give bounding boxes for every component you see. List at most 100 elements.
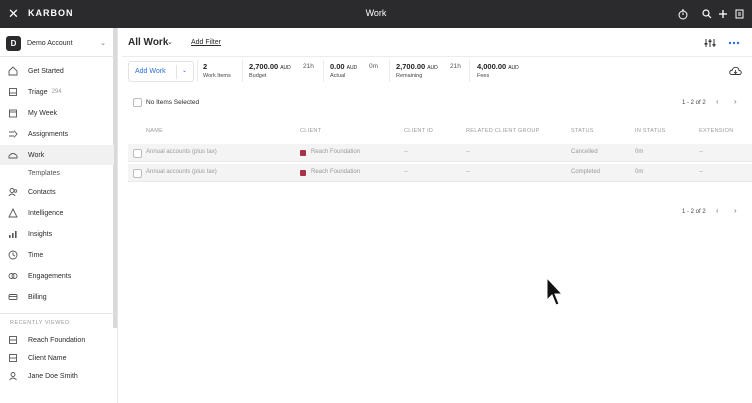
organization-icon: [8, 335, 18, 345]
extension: --: [699, 169, 703, 175]
work-name[interactable]: Annual accounts (plus tax): [146, 169, 217, 175]
rocket-icon: [8, 66, 18, 76]
sidebar-item-engagements[interactable]: Engagements: [0, 266, 114, 286]
sidebar-item-intelligence[interactable]: Intelligence: [0, 203, 114, 223]
window-title: Work: [365, 8, 387, 18]
sidebar-item-get-started[interactable]: Get Started: [0, 61, 114, 81]
client-id: --: [404, 149, 408, 155]
work-items-value: 2: [203, 62, 208, 71]
column-header-client[interactable]: CLIENT: [300, 128, 321, 134]
fees-stat: 4,000.00 AUD Fees: [477, 62, 519, 79]
chevron-down-icon[interactable]: ⌄: [167, 38, 173, 46]
in-status: 0m: [635, 169, 644, 175]
divider: [323, 60, 324, 82]
select-all-checkbox[interactable]: [133, 98, 142, 107]
sidebar-item-label: Triage: [28, 88, 48, 96]
mouse-cursor-icon: [546, 277, 564, 306]
sidebar-item-triage[interactable]: Triage 294: [0, 82, 114, 102]
sidebar-item-label: Time: [28, 251, 44, 259]
account-switcher[interactable]: D Demo Account ⌄: [6, 34, 106, 52]
selection-status: No Items Selected: [146, 99, 200, 106]
chevron-left-icon[interactable]: ‹: [716, 206, 719, 215]
remaining-value: 2,700.00: [396, 62, 426, 71]
column-header-client-id[interactable]: CLIENT ID: [404, 128, 433, 134]
budget-label: Budget: [249, 73, 267, 79]
sidebar-item-work[interactable]: Work: [0, 145, 114, 165]
search-icon[interactable]: [700, 6, 714, 22]
account-name: Demo Account: [27, 39, 73, 47]
table-row[interactable]: Annual accounts (plus tax) Reach Foundat…: [128, 164, 752, 182]
recent-item-reach-foundation[interactable]: Reach Foundation: [0, 330, 114, 350]
clock-icon: [8, 250, 18, 260]
cloud-sync-icon[interactable]: [728, 65, 742, 77]
sidebar-item-label: Engagements: [28, 272, 72, 280]
pagination-label: 1 - 2 of 2: [682, 209, 706, 215]
chevron-right-icon[interactable]: ›: [734, 97, 737, 106]
sidebar-item-label: Templates: [28, 169, 60, 177]
sidebar-item-templates[interactable]: Templates: [0, 163, 114, 183]
in-status: 0m: [635, 149, 644, 155]
column-header-name[interactable]: NAME: [146, 128, 163, 134]
sidebar-item-label: Assignments: [28, 130, 69, 138]
recent-item-client-name[interactable]: Client Name: [0, 348, 114, 368]
notes-icon[interactable]: [732, 6, 746, 22]
fees-label: Fees: [477, 73, 490, 79]
remaining-stat: 2,700.00 AUD Remaining: [396, 62, 438, 79]
sidebar-item-label: Get Started: [28, 67, 64, 75]
insights-icon: [8, 229, 18, 239]
timer-icon[interactable]: [676, 6, 690, 22]
row-checkbox[interactable]: [133, 149, 142, 158]
sidebar-item-label: Intelligence: [28, 209, 64, 217]
extension: --: [699, 149, 703, 155]
sidebar-item-my-week[interactable]: My Week: [0, 103, 114, 123]
pagination-label: 1 - 2 of 2: [682, 100, 706, 106]
related-client-group: --: [466, 149, 470, 155]
client-avatar: [300, 170, 306, 176]
column-header-extension[interactable]: EXTENSION: [699, 128, 733, 134]
add-filter-link[interactable]: Add Filter: [191, 39, 221, 46]
divider: [389, 60, 390, 82]
more-options-icon[interactable]: [727, 37, 741, 49]
page-title[interactable]: All Work: [128, 37, 168, 48]
contacts-icon: [8, 187, 18, 197]
work-name[interactable]: Annual accounts (plus tax): [146, 149, 217, 155]
add-work-button[interactable]: Add Work ⌄: [128, 61, 194, 82]
assignments-icon: [8, 129, 18, 139]
sidebar-item-time[interactable]: Time: [0, 245, 114, 265]
sidebar-item-assignments[interactable]: Assignments: [0, 124, 114, 144]
chevron-down-icon[interactable]: ⌄: [182, 67, 187, 74]
billing-icon: [8, 292, 18, 302]
plus-icon[interactable]: [716, 6, 730, 22]
divider: [176, 65, 177, 79]
inbox-icon: [8, 87, 18, 97]
client-name[interactable]: Reach Foundation: [311, 149, 360, 155]
sidebar-item-billing[interactable]: Billing: [0, 287, 114, 307]
column-header-in-status[interactable]: IN STATUS: [635, 128, 666, 134]
chevron-left-icon[interactable]: ‹: [716, 97, 719, 106]
client-avatar: [300, 150, 306, 156]
actual-stat: 0.00 AUD Actual: [330, 62, 357, 79]
sidebar-item-contacts[interactable]: Contacts: [0, 182, 114, 202]
budget-stat: 2,700.00 AUD Budget: [249, 62, 291, 79]
intelligence-icon: [8, 208, 18, 218]
divider: [197, 60, 198, 82]
chevron-right-icon[interactable]: ›: [734, 206, 737, 215]
recent-item-jane-doe-smith[interactable]: Jane Doe Smith: [0, 366, 114, 386]
sidebar-item-insights[interactable]: Insights: [0, 224, 114, 244]
recently-viewed-heading: RECENTLY VIEWED: [10, 320, 70, 326]
sidebar-item-label: Insights: [28, 230, 53, 238]
sidebar-item-label: Contacts: [28, 188, 56, 196]
work-icon: [8, 150, 18, 160]
table-row[interactable]: Annual accounts (plus tax) Reach Foundat…: [128, 144, 752, 162]
column-header-related-client-group[interactable]: RELATED CLIENT GROUP: [466, 128, 540, 134]
budget-value: 2,700.00: [249, 62, 279, 71]
client-name[interactable]: Reach Foundation: [311, 169, 360, 175]
column-settings-icon[interactable]: [703, 37, 717, 49]
divider: [0, 56, 114, 57]
actual-time: 0m: [369, 63, 379, 70]
work-items-stat: 2 Work Items: [203, 62, 231, 79]
fees-value: 4,000.00: [477, 62, 507, 71]
status: Cancelled: [571, 149, 598, 155]
column-header-status[interactable]: STATUS: [571, 128, 594, 134]
row-checkbox[interactable]: [133, 169, 142, 178]
